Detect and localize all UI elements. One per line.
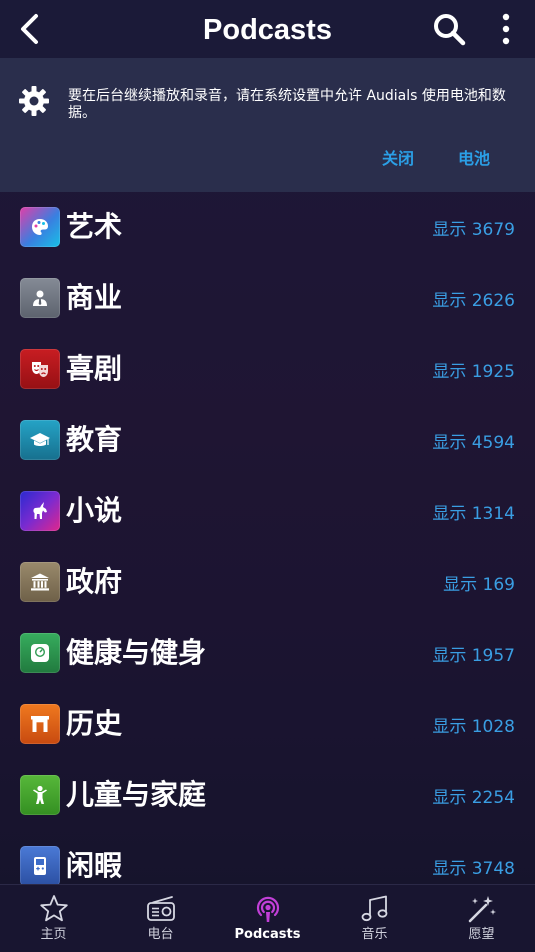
nav-label: 主页 (40, 927, 67, 942)
category-row-comedy[interactable]: 喜剧 显示 1925 (0, 334, 535, 405)
category-row-arts[interactable]: 艺术 显示 3679 (0, 192, 535, 263)
category-label: 健康与健身 (66, 636, 207, 669)
category-count: 显示 1028 (432, 717, 515, 737)
category-count: 显示 2254 (432, 788, 515, 808)
category-label: 教育 (66, 423, 123, 456)
category-row-history[interactable]: 历史 显示 1028 (0, 689, 535, 760)
category-label: 闲暇 (66, 849, 123, 882)
search-icon (434, 14, 466, 46)
unicorn-icon (20, 491, 60, 531)
category-row-health-fitness[interactable]: 健康与健身 显示 1957 (0, 618, 535, 689)
category-count: 显示 3748 (432, 859, 515, 879)
more-vertical-icon (502, 13, 510, 45)
category-count: 显示 1957 (432, 646, 515, 666)
podcast-icon (256, 896, 280, 922)
category-label: 商业 (66, 281, 123, 314)
category-count: 显示 3679 (432, 220, 515, 240)
more-options-button[interactable] (494, 12, 518, 46)
nav-home[interactable]: 主页 (0, 885, 107, 952)
gameboy-icon (20, 846, 60, 884)
arch-icon (20, 704, 60, 744)
category-count: 显示 4594 (432, 433, 515, 453)
category-label: 历史 (66, 707, 123, 740)
child-icon (20, 775, 60, 815)
star-icon (40, 895, 68, 922)
close-button[interactable]: 关闭 (382, 148, 414, 170)
category-row-leisure[interactable]: 闲暇 显示 3748 (0, 831, 535, 884)
nav-music[interactable]: 音乐 (321, 885, 428, 952)
category-row-government[interactable]: 政府 显示 169 (0, 547, 535, 618)
category-count: 显示 2626 (432, 291, 515, 311)
category-list: 艺术 显示 3679 商业 显示 2626 喜剧 显示 1925 教育 显示 4… (0, 192, 535, 884)
nav-label: 音乐 (361, 927, 388, 942)
category-label: 儿童与家庭 (66, 778, 207, 811)
search-button[interactable] (432, 12, 466, 46)
nav-radio[interactable]: 电台 (107, 885, 214, 952)
nav-wishes[interactable]: 愿望 (428, 885, 535, 952)
government-building-icon (20, 562, 60, 602)
palette-icon (20, 207, 60, 247)
gear-icon (18, 85, 50, 117)
category-row-kids-family[interactable]: 儿童与家庭 显示 2254 (0, 760, 535, 831)
category-label: 喜剧 (66, 352, 123, 385)
battery-permission-banner: 要在后台继续播放和录音，请在系统设置中允许 Audials 使用电池和数据。 关… (0, 58, 535, 192)
category-count: 显示 1925 (432, 362, 515, 382)
music-note-icon (361, 895, 388, 922)
nav-label: 电台 (147, 927, 174, 942)
radio-icon (147, 896, 175, 921)
theater-masks-icon (20, 349, 60, 389)
category-label: 艺术 (66, 210, 123, 243)
category-count: 显示 1314 (432, 504, 515, 524)
category-label: 政府 (66, 565, 123, 598)
banner-message: 要在后台继续播放和录音，请在系统设置中允许 Audials 使用电池和数据。 (68, 88, 506, 121)
scale-icon (20, 633, 60, 673)
graduation-cap-icon (20, 420, 60, 460)
magic-wand-icon (468, 896, 496, 923)
battery-settings-button[interactable]: 电池 (458, 148, 490, 170)
category-row-fiction[interactable]: 小说 显示 1314 (0, 476, 535, 547)
category-count: 显示 169 (443, 575, 515, 595)
category-label: 小说 (66, 494, 123, 527)
category-row-business[interactable]: 商业 显示 2626 (0, 263, 535, 334)
nav-podcasts[interactable]: Podcasts (214, 885, 321, 952)
category-row-education[interactable]: 教育 显示 4594 (0, 405, 535, 476)
bottom-navigation: 主页 电台 Podcasts 音乐 愿望 (0, 884, 535, 952)
nav-label: 愿望 (468, 927, 495, 942)
nav-label: Podcasts (234, 927, 301, 942)
businessman-icon (20, 278, 60, 318)
app-header: Podcasts (0, 0, 535, 58)
